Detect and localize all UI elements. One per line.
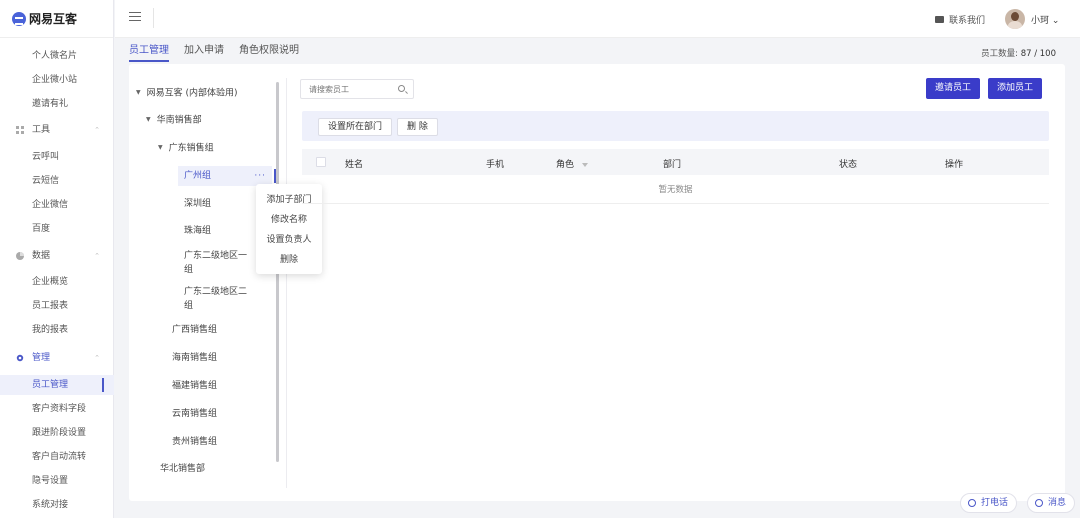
- page-tabs: 员工管理 加入申请 角色权限说明: [129, 44, 314, 64]
- chevron-up-icon: ⌃: [94, 126, 100, 134]
- filter-icon[interactable]: [582, 162, 589, 167]
- message-icon: [935, 16, 944, 23]
- more-icon[interactable]: ···: [254, 166, 266, 186]
- tree-node-shenzhen[interactable]: 深圳组: [184, 197, 211, 211]
- tree-node-guangdong[interactable]: ▼ 广东销售组: [158, 141, 214, 156]
- tree-node-yunnan[interactable]: 云南销售组: [172, 407, 217, 421]
- sidebar-group-data[interactable]: 数据 ⌃: [0, 246, 114, 266]
- invite-staff-button[interactable]: 邀请员工: [926, 78, 981, 99]
- add-staff-button[interactable]: 添加员工: [988, 78, 1043, 99]
- header-divider: [153, 8, 154, 28]
- tab-role-permissions[interactable]: 角色权限说明: [239, 44, 299, 62]
- column-header-department[interactable]: 部门: [663, 157, 681, 170]
- caret-down-icon: ▼: [136, 89, 141, 96]
- tree-node-hainan[interactable]: 海南销售组: [172, 351, 217, 365]
- tree-node-zhuhai[interactable]: 珠海组: [184, 224, 211, 238]
- sidebar-item-baidu[interactable]: 百度: [0, 219, 114, 239]
- sidebar-item-customer-fields[interactable]: 客户资料字段: [0, 399, 114, 419]
- app-logo[interactable]: 网易互客: [0, 0, 113, 38]
- employee-count: 员工数量: 87 / 100: [981, 47, 1056, 59]
- tree-node-label: 网易互客 (内部体验用): [146, 88, 238, 99]
- tree-node-label: 广东销售组: [168, 143, 214, 154]
- search-icon[interactable]: [398, 85, 405, 92]
- menu-item-set-owner[interactable]: 设置负责人: [256, 230, 322, 250]
- caret-down-icon: ▼: [158, 144, 163, 151]
- chevron-down-icon: ⌄: [1051, 16, 1060, 26]
- sidebar-group-label: 数据: [32, 251, 51, 261]
- sidebar-item-system-integration[interactable]: 系统对接: [0, 495, 114, 515]
- message-label: 消息: [1048, 498, 1067, 508]
- sidebar-item-my-report[interactable]: 我的报表: [0, 320, 114, 340]
- tree-node-fujian[interactable]: 福建销售组: [172, 379, 217, 393]
- search-box[interactable]: [300, 79, 414, 99]
- sidebar-group-label: 管理: [32, 353, 51, 363]
- caret-down-icon: ▼: [146, 116, 151, 123]
- column-header-role[interactable]: 角色: [556, 157, 589, 170]
- contact-us-label: 联系我们: [949, 16, 986, 26]
- tree-node-gd-region-1[interactable]: 广东二级地区一组: [184, 249, 248, 277]
- tree-node-guangxi[interactable]: 广西销售组: [172, 323, 217, 337]
- sidebar-item-staff-report[interactable]: 员工报表: [0, 296, 114, 316]
- tree-node-guangzhou[interactable]: 广州组 ···: [178, 166, 276, 186]
- column-header-name[interactable]: 姓名: [345, 157, 363, 170]
- menu-item-rename[interactable]: 修改名称: [256, 210, 322, 230]
- sidebar-group-tools[interactable]: 工具 ⌃: [0, 120, 114, 140]
- sidebar-item-staff-manage[interactable]: 员工管理: [0, 375, 114, 395]
- username-label: 小珂: [1031, 16, 1050, 26]
- empty-state: 暂无数据: [302, 176, 1049, 204]
- chevron-up-icon: ⌃: [94, 354, 100, 362]
- column-header-status[interactable]: 状态: [839, 157, 857, 170]
- column-header-label: 角色: [556, 160, 575, 170]
- sidebar-item-business-card[interactable]: 个人微名片: [0, 46, 114, 66]
- tree-node-region-north[interactable]: 华北销售部: [160, 462, 205, 476]
- sidebar-item-invite-gift[interactable]: 邀请有礼: [0, 94, 114, 114]
- call-label: 打电话: [981, 498, 1009, 508]
- sidebar-item-followup-stages[interactable]: 跟进阶段设置: [0, 423, 114, 443]
- sidebar-item-mini-site[interactable]: 企业微小站: [0, 70, 114, 90]
- tree-node-root[interactable]: ▼ 网易互客 (内部体验用): [136, 86, 238, 101]
- menu-item-delete[interactable]: 删除: [256, 250, 322, 270]
- employee-count-label: 员工数量:: [981, 49, 1018, 59]
- tree-node-gd-region-2[interactable]: 广东二级地区二组: [184, 285, 248, 313]
- user-menu[interactable]: 小珂 ⌄: [1031, 13, 1059, 26]
- delete-button[interactable]: 删 除: [397, 118, 438, 136]
- contact-us-link[interactable]: 联系我们: [935, 13, 985, 26]
- avatar[interactable]: [1005, 9, 1025, 29]
- tree-node-region-south[interactable]: ▼ 华南销售部: [146, 113, 202, 128]
- chat-icon: [1035, 499, 1043, 507]
- menu-collapse-icon[interactable]: [129, 12, 141, 24]
- sidebar-item-wecom[interactable]: 企业微信: [0, 195, 114, 215]
- tree-node-label: 华南销售部: [156, 115, 202, 126]
- gear-icon: [16, 354, 24, 362]
- sidebar-group-label: 工具: [32, 125, 51, 135]
- sidebar-item-auto-transfer[interactable]: 客户自动流转: [0, 447, 114, 467]
- tree-node-guizhou[interactable]: 贵州销售组: [172, 435, 217, 449]
- logo-icon: [12, 11, 26, 26]
- tab-staff-manage[interactable]: 员工管理: [129, 44, 169, 62]
- call-button[interactable]: 打电话: [960, 493, 1018, 513]
- select-all-checkbox[interactable]: [316, 157, 326, 167]
- phone-icon: [968, 499, 976, 507]
- employee-count-value: 87 / 100: [1020, 49, 1056, 59]
- chevron-up-icon: ⌃: [94, 252, 100, 260]
- sidebar-group-manage[interactable]: 管理 ⌃: [0, 348, 114, 368]
- app-name: 网易互客: [29, 12, 78, 26]
- pie-chart-icon: [16, 252, 24, 260]
- grid-icon: [16, 126, 24, 134]
- column-header-phone[interactable]: 手机: [486, 157, 504, 170]
- set-department-button[interactable]: 设置所在部门: [318, 118, 393, 136]
- tree-node-label: 广州组: [184, 171, 212, 181]
- column-header-actions[interactable]: 操作: [945, 157, 963, 170]
- top-header: 联系我们 小珂 ⌄: [115, 0, 1080, 38]
- sidebar-item-cloud-sms[interactable]: 云短信: [0, 171, 114, 191]
- sidebar-item-privacy-number[interactable]: 隐号设置: [0, 471, 114, 491]
- sidebar-item-cloud-call[interactable]: 云呼叫: [0, 147, 114, 167]
- sidebar-item-overview[interactable]: 企业概览: [0, 272, 114, 292]
- panel-divider: [286, 78, 287, 488]
- tab-join-requests[interactable]: 加入申请: [184, 44, 224, 62]
- search-input[interactable]: [309, 80, 395, 98]
- message-button[interactable]: 消息: [1027, 493, 1076, 513]
